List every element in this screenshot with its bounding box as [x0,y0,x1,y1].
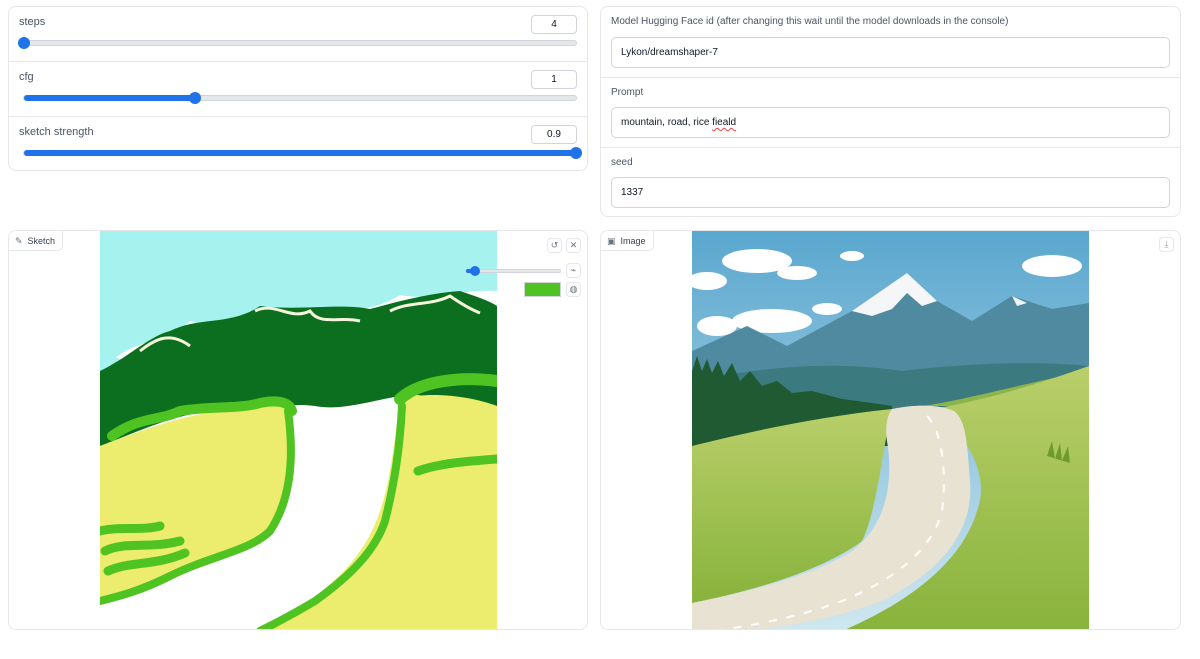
brush-size-slider[interactable] [465,266,561,276]
cfg-slider[interactable] [23,92,577,104]
sketch-strength-number-input[interactable]: 0.9 [531,125,577,144]
clear-icon[interactable]: ✕ [566,238,581,253]
cfg-slider-block: cfg 1 [9,62,587,117]
prompt-label: Prompt [611,87,644,98]
model-id-input[interactable]: Lykon/dreamshaper-7 [611,37,1170,68]
steps-label: steps [19,16,46,28]
image-tag: ▣ Image [601,231,654,251]
seed-input[interactable]: 1337 [611,177,1170,208]
model-id-label: Model Hugging Face id (after changing th… [611,16,1009,27]
generation-settings-panel: steps 4 cfg 1 sketch strength 0.9 [8,6,588,171]
seed-block: seed 1337 [601,148,1180,216]
sketch-tag: ✎ Sketch [9,231,64,251]
model-id-block: Model Hugging Face id (after changing th… [601,7,1180,78]
sketch-strength-slider-thumb[interactable] [570,147,582,159]
seed-label: seed [611,157,633,168]
generated-landscape [687,231,1089,629]
sketch-tag-label: Sketch [27,235,56,246]
steps-slider-thumb[interactable] [18,37,30,49]
sketch-canvas[interactable] [100,231,497,630]
sketch-strength-slider[interactable] [23,147,582,159]
download-icon[interactable]: ⤓ [1159,237,1174,252]
image-icon: ▣ [607,235,616,246]
brush-icon[interactable]: ⌁ [566,263,581,278]
prompt-input[interactable]: mountain, road, rice fieald [611,107,1170,138]
prompt-misspelled-word: fieald [712,117,737,128]
sketch-strength-slider-fill [24,150,576,156]
brush-color-swatch[interactable] [524,282,561,297]
generated-image [687,231,1089,629]
model-prompt-panel: Model Hugging Face id (after changing th… [600,6,1181,217]
steps-number-input[interactable]: 4 [531,15,577,34]
sketch-strength-label: sketch strength [19,126,94,138]
sketch-strength-slider-block: sketch strength 0.9 [9,117,587,172]
sketch-drawing[interactable] [100,231,497,630]
prompt-block: Prompt mountain, road, rice fieald [601,78,1180,148]
pencil-icon: ✎ [15,235,23,246]
cfg-slider-fill [24,95,196,101]
cfg-number-input[interactable]: 1 [531,70,577,89]
cfg-slider-thumb[interactable] [189,92,202,104]
undo-icon[interactable]: ↺ [547,238,562,253]
image-tag-label: Image [620,235,646,246]
steps-slider[interactable] [18,37,577,49]
sketch-panel: ✎ Sketch ↺ ✕ ⌁ ◍ [8,230,588,630]
steps-slider-block: steps 4 [9,7,587,62]
prompt-text: mountain, road, rice [621,117,713,128]
output-image-panel: ▣ Image ⤓ [600,230,1181,630]
palette-icon[interactable]: ◍ [566,282,581,297]
cfg-label: cfg [19,71,34,83]
